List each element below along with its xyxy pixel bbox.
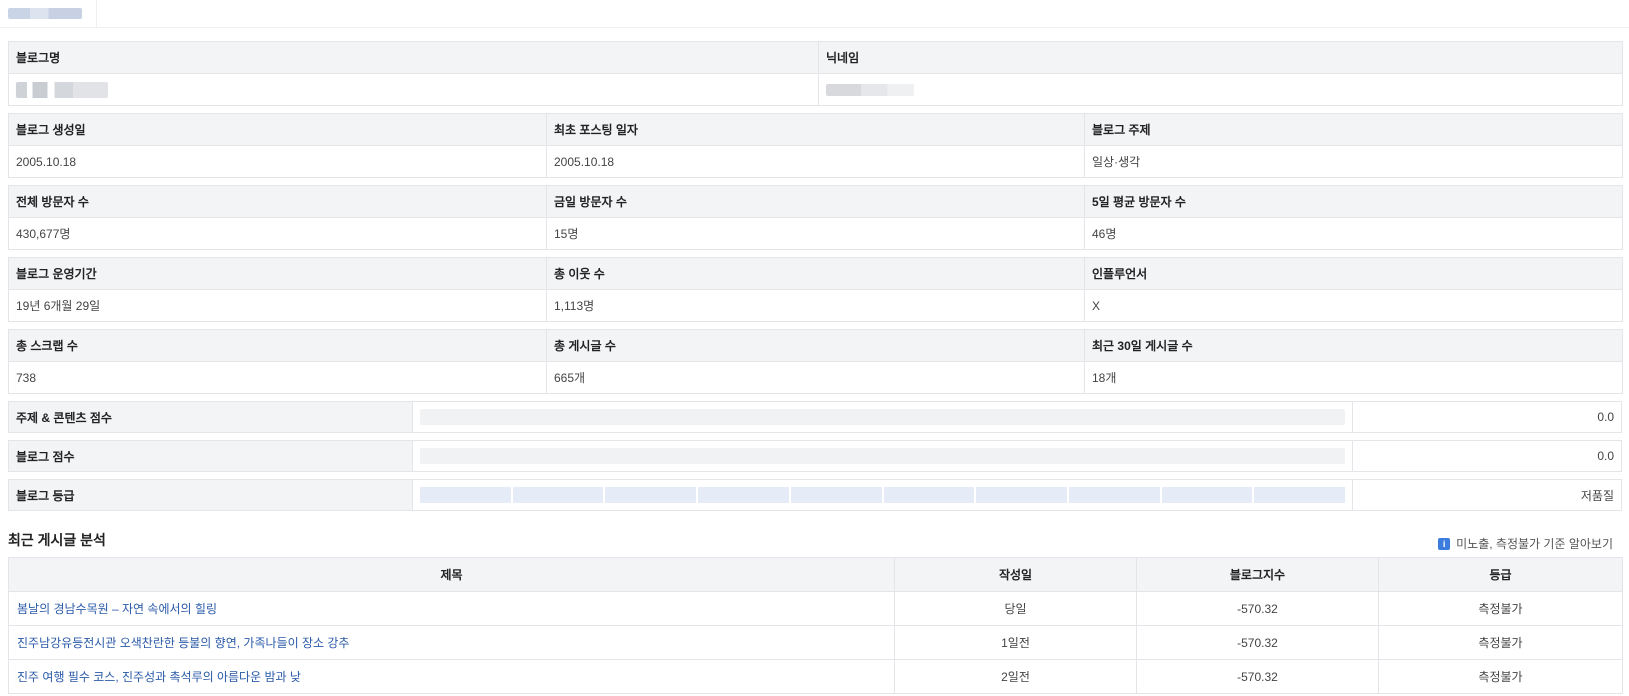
stat-value: X <box>1084 289 1623 322</box>
post-blog-index: -570.32 <box>1136 659 1379 694</box>
grade-segment <box>420 487 511 503</box>
post-date: 1일전 <box>894 625 1137 660</box>
grade-segment <box>976 487 1067 503</box>
content-score-label: 주제 & 콘텐츠 점수 <box>9 402 413 432</box>
criteria-info-text: 미노출, 측정불가 기준 알아보기 <box>1456 537 1613 551</box>
stat-label: 총 게시글 수 <box>546 329 1085 362</box>
post-title-link[interactable]: 봄날의 경남수목원 – 자연 속에서의 힐링 <box>17 602 217 616</box>
content-score-value: 0.0 <box>1597 410 1614 424</box>
blurred-logo <box>8 8 82 19</box>
blog-grade-bar-cell <box>413 480 1353 510</box>
stat-value: 665개 <box>546 361 1085 394</box>
grade-segment <box>883 487 975 503</box>
table-row: 봄날의 경남수목원 – 자연 속에서의 힐링 당일 -570.32 측정불가 <box>8 591 1623 626</box>
blog-identity-table: 블로그명 닉네임 <box>8 41 1623 106</box>
grade-segment <box>1161 487 1253 503</box>
criteria-info-link[interactable]: i 미노출, 측정불가 기준 알아보기 <box>1438 535 1613 552</box>
stat-label: 총 스크랩 수 <box>8 329 547 362</box>
recent-posts-table: 제목 작성일 블로그지수 등급 봄날의 경남수목원 – 자연 속에서의 힐링 당… <box>8 557 1623 694</box>
stat-label: 블로그 주제 <box>1084 113 1623 146</box>
blog-score-value: 0.0 <box>1597 449 1614 463</box>
content-score-bar-cell <box>413 402 1353 432</box>
stat-value: 2005.10.18 <box>546 145 1085 178</box>
stat-value: 1,113명 <box>546 289 1085 322</box>
stat-label: 5일 평균 방문자 수 <box>1084 185 1623 218</box>
post-title-cell: 진주남강유등전시관 오색찬란한 등불의 향연, 가족나들이 장소 강추 <box>8 625 895 660</box>
stat-value: 19년 6개월 29일 <box>8 289 547 322</box>
content-score-bar <box>420 409 1345 425</box>
grade-segment <box>512 487 604 503</box>
blog-score-bar <box>420 448 1345 464</box>
stat-value: 15명 <box>546 217 1085 250</box>
post-blog-index: -570.32 <box>1136 625 1379 660</box>
post-date: 2일전 <box>894 659 1137 694</box>
top-bar <box>0 0 1629 28</box>
post-title-cell: 진주 여행 필수 코스, 진주성과 촉석루의 아름다운 밤과 낮 <box>8 659 895 694</box>
post-date: 당일 <box>894 591 1137 626</box>
blurred-nickname <box>826 84 914 97</box>
blog-score-row: 블로그 점수 0.0 <box>8 440 1622 472</box>
post-title-link[interactable]: 진주남강유등전시관 오색찬란한 등불의 향연, 가족나들이 장소 강추 <box>17 636 349 650</box>
stat-value: 46명 <box>1084 217 1623 250</box>
stat-label: 금일 방문자 수 <box>546 185 1085 218</box>
blog-grade-label: 블로그 등급 <box>9 480 413 510</box>
blog-grade-row: 블로그 등급 저품질 <box>8 479 1622 511</box>
grade-segment <box>1254 487 1346 503</box>
nickname-header: 닉네임 <box>818 41 1623 74</box>
table-row: 진주남강유등전시관 오색찬란한 등불의 향연, 가족나들이 장소 강추 1일전 … <box>8 625 1623 660</box>
grade-segment <box>790 487 882 503</box>
stat-value: 일상·생각 <box>1084 145 1623 178</box>
column-header-title: 제목 <box>8 557 895 592</box>
blog-grade-value: 저품질 <box>1580 488 1614 503</box>
blog-score-bar-cell <box>413 441 1353 471</box>
blog-score-label: 블로그 점수 <box>9 441 413 471</box>
top-bar-divider <box>96 0 97 28</box>
nickname-value <box>818 73 1623 106</box>
column-header-index: 블로그지수 <box>1136 557 1379 592</box>
stat-label: 전체 방문자 수 <box>8 185 547 218</box>
blog-name-value <box>8 73 819 106</box>
info-icon: i <box>1438 537 1451 550</box>
grade-segment <box>698 487 789 503</box>
stat-value: 2005.10.18 <box>8 145 547 178</box>
blurred-blog-name <box>16 81 108 98</box>
blog-stats-row-4: 총 스크랩 수 총 게시글 수 최근 30일 게시글 수 738 665개 18… <box>8 329 1623 394</box>
grade-segment <box>605 487 697 503</box>
stat-value: 738 <box>8 361 547 394</box>
post-grade: 측정불가 <box>1378 625 1623 660</box>
blog-stats-row-2: 전체 방문자 수 금일 방문자 수 5일 평균 방문자 수 430,677명 1… <box>8 185 1623 250</box>
blog-grade-segments <box>420 487 1346 503</box>
stat-label: 블로그 운영기간 <box>8 257 547 290</box>
table-row: 진주 여행 필수 코스, 진주성과 촉석루의 아름다운 밤과 낮 2일전 -57… <box>8 659 1623 694</box>
post-blog-index: -570.32 <box>1136 591 1379 626</box>
recent-posts-title: 최근 게시글 분석 <box>8 532 106 548</box>
post-title-cell: 봄날의 경남수목원 – 자연 속에서의 힐링 <box>8 591 895 626</box>
content-score-row: 주제 & 콘텐츠 점수 0.0 <box>8 401 1622 433</box>
stat-label: 총 이웃 수 <box>546 257 1085 290</box>
post-grade: 측정불가 <box>1378 659 1623 694</box>
stat-label: 인플루언서 <box>1084 257 1623 290</box>
grade-segment <box>1068 487 1160 503</box>
blog-stats-row-1: 블로그 생성일 최초 포스팅 일자 블로그 주제 2005.10.18 2005… <box>8 113 1623 178</box>
stat-label: 최근 30일 게시글 수 <box>1084 329 1623 362</box>
stat-value: 18개 <box>1084 361 1623 394</box>
column-header-grade: 등급 <box>1378 557 1623 592</box>
post-title-link[interactable]: 진주 여행 필수 코스, 진주성과 촉석루의 아름다운 밤과 낮 <box>17 670 301 684</box>
stat-label: 블로그 생성일 <box>8 113 547 146</box>
blog-name-header: 블로그명 <box>8 41 819 74</box>
post-grade: 측정불가 <box>1378 591 1623 626</box>
stat-value: 430,677명 <box>8 217 547 250</box>
stat-label: 최초 포스팅 일자 <box>546 113 1085 146</box>
blog-stats-row-3: 블로그 운영기간 총 이웃 수 인플루언서 19년 6개월 29일 1,113명… <box>8 257 1623 322</box>
column-header-date: 작성일 <box>894 557 1137 592</box>
